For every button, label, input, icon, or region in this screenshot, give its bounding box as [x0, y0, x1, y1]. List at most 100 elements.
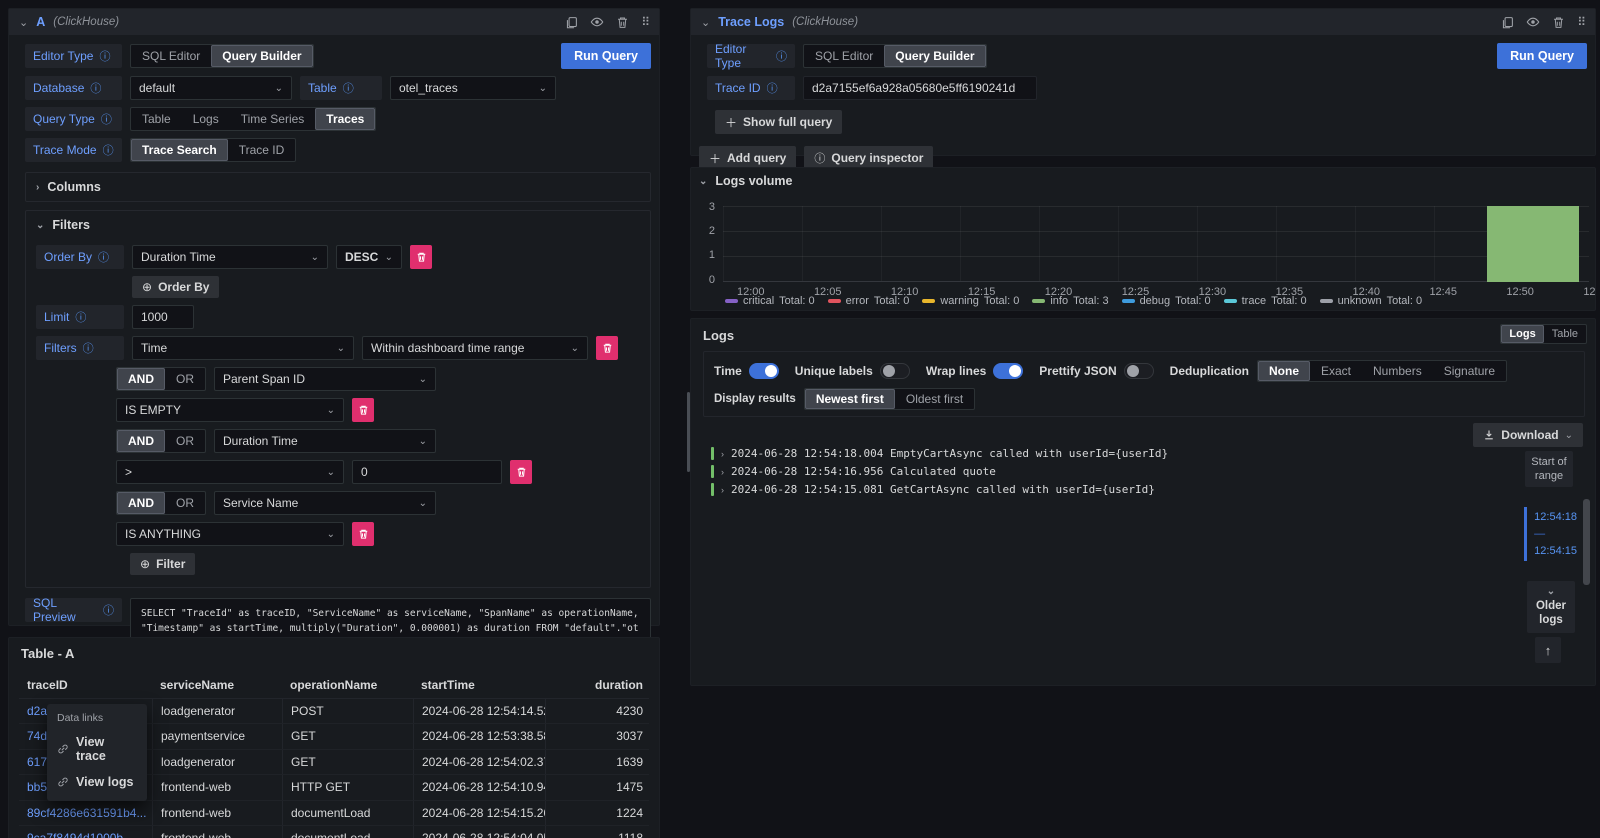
- condition-field-select[interactable]: Service Name⌄: [214, 491, 436, 515]
- bool-or[interactable]: OR: [165, 430, 205, 452]
- col-header-starttime[interactable]: startTime: [413, 678, 545, 692]
- log-row[interactable]: › 2024-06-28 12:54:15.081 GetCartAsync c…: [711, 483, 1168, 496]
- remove-condition-button[interactable]: [352, 522, 374, 546]
- info-bar[interactable]: [1487, 206, 1579, 282]
- bool-or[interactable]: OR: [165, 492, 205, 514]
- col-header-traceid[interactable]: traceID: [19, 678, 152, 692]
- expand-chevron-icon[interactable]: ›: [721, 449, 724, 459]
- view-trace-menu-item[interactable]: View trace: [47, 729, 147, 769]
- remove-condition-button[interactable]: [352, 398, 374, 422]
- collapse-chevron-icon[interactable]: ⌄: [19, 16, 28, 29]
- bool-and[interactable]: AND: [117, 368, 165, 390]
- show-full-query-button[interactable]: ＋Show full query: [715, 110, 842, 134]
- view-logs-option[interactable]: Logs: [1501, 325, 1543, 343]
- legend-item-error[interactable]: errorTotal: 0: [828, 295, 910, 307]
- info-icon[interactable]: ⓘ: [103, 142, 114, 158]
- info-icon[interactable]: ⓘ: [776, 48, 787, 64]
- drag-handle-icon[interactable]: ⠿: [1577, 15, 1585, 29]
- logs-volume-chart[interactable]: [723, 206, 1589, 282]
- toggle-switch[interactable]: [749, 363, 779, 379]
- legend-item-info[interactable]: infoTotal: 3: [1032, 295, 1108, 307]
- condition-field-select[interactable]: Parent Span ID⌄: [214, 367, 436, 391]
- remove-condition-button[interactable]: [510, 460, 532, 484]
- chevron-down-icon[interactable]: ⌄: [36, 220, 44, 231]
- prettify-json-toggle[interactable]: Prettify JSON: [1039, 363, 1153, 379]
- remove-order-by-button[interactable]: [410, 245, 432, 269]
- condition-value-input[interactable]: 0: [352, 460, 502, 484]
- trace-id-link[interactable]: 89cf4286e631591b4...: [27, 806, 146, 820]
- query-type-time-series[interactable]: Time Series: [230, 108, 316, 130]
- query-type-table[interactable]: Table: [131, 108, 182, 130]
- bool-or[interactable]: OR: [165, 368, 205, 390]
- condition-operator-select[interactable]: IS ANYTHING⌄: [116, 522, 344, 546]
- info-icon[interactable]: ⓘ: [99, 48, 110, 64]
- query-type-logs[interactable]: Logs: [182, 108, 230, 130]
- oldest-first-option[interactable]: Oldest first: [895, 389, 974, 409]
- query-type-traces[interactable]: Traces: [315, 108, 375, 130]
- drag-handle-icon[interactable]: ⠿: [641, 15, 649, 29]
- add-order-by-button[interactable]: ⊕Order By: [132, 276, 219, 298]
- run-query-button[interactable]: Run Query: [1497, 43, 1587, 69]
- legend-item-unknown[interactable]: unknownTotal: 0: [1320, 295, 1423, 307]
- dedup-numbers[interactable]: Numbers: [1362, 361, 1433, 381]
- trace-id-input[interactable]: d2a7155ef6a928a05680e5ff6190241d: [803, 76, 1037, 100]
- info-icon[interactable]: ⓘ: [98, 249, 109, 265]
- condition-operator-select[interactable]: >⌄: [116, 460, 344, 484]
- legend-item-debug[interactable]: debugTotal: 0: [1122, 295, 1211, 307]
- editor-type-query-builder[interactable]: Query Builder: [884, 45, 985, 67]
- trace-mode-trace-id[interactable]: Trace ID: [228, 139, 296, 161]
- editor-type-query-builder[interactable]: Query Builder: [211, 45, 312, 67]
- unique-labels-toggle[interactable]: Unique labels: [795, 363, 910, 379]
- add-filter-button[interactable]: ⊕Filter: [130, 553, 195, 575]
- editor-type-sql-editor[interactable]: SQL Editor: [131, 45, 211, 67]
- legend-item-critical[interactable]: criticalTotal: 0: [725, 295, 815, 307]
- col-header-operationname[interactable]: operationName: [282, 678, 413, 692]
- scroll-to-top-button[interactable]: ↑: [1535, 637, 1561, 663]
- toggle-switch[interactable]: [993, 363, 1023, 379]
- limit-input[interactable]: 1000: [132, 305, 194, 329]
- info-icon[interactable]: ⓘ: [343, 80, 354, 96]
- legend-item-trace[interactable]: traceTotal: 0: [1224, 295, 1307, 307]
- collapse-chevron-icon[interactable]: ⌄: [701, 16, 710, 29]
- dedup-none[interactable]: None: [1258, 361, 1310, 381]
- logs-scrollbar[interactable]: [1583, 499, 1590, 585]
- dedup-exact[interactable]: Exact: [1310, 361, 1362, 381]
- legend-item-warning[interactable]: warningTotal: 0: [922, 295, 1019, 307]
- download-button[interactable]: Download ⌄: [1473, 423, 1583, 447]
- toggle-switch[interactable]: [1124, 363, 1154, 379]
- filter-field-select[interactable]: Time⌄: [132, 336, 354, 360]
- info-icon[interactable]: ⓘ: [83, 340, 94, 356]
- info-icon[interactable]: ⓘ: [75, 309, 86, 325]
- col-header-duration[interactable]: duration: [545, 678, 649, 692]
- view-logs-menu-item[interactable]: View logs: [47, 769, 147, 795]
- run-query-button[interactable]: Run Query: [561, 43, 651, 69]
- col-header-servicename[interactable]: serviceName: [152, 678, 282, 692]
- view-table-option[interactable]: Table: [1544, 325, 1586, 343]
- time-toggle[interactable]: Time: [714, 363, 779, 379]
- delete-query-trash-icon[interactable]: [1552, 16, 1565, 29]
- log-row[interactable]: › 2024-06-28 12:54:16.956 Calculated quo…: [711, 465, 1168, 478]
- hide-query-eye-icon[interactable]: [1526, 15, 1540, 29]
- table-select[interactable]: otel_traces⌄: [390, 76, 556, 100]
- trace-id-link[interactable]: 9ca7f8494d1000b...: [27, 831, 133, 838]
- order-by-field-select[interactable]: Duration Time⌄: [132, 245, 328, 269]
- condition-field-select[interactable]: Duration Time⌄: [214, 429, 436, 453]
- chevron-right-icon[interactable]: ›: [36, 182, 39, 193]
- condition-operator-select[interactable]: IS EMPTY⌄: [116, 398, 344, 422]
- database-select[interactable]: default⌄: [130, 76, 292, 100]
- chevron-down-icon[interactable]: ⌄: [699, 176, 707, 187]
- duplicate-query-icon[interactable]: [565, 16, 578, 29]
- expand-chevron-icon[interactable]: ›: [721, 485, 724, 495]
- log-row[interactable]: › 2024-06-28 12:54:18.004 EmptyCartAsync…: [711, 447, 1168, 460]
- panel-gap-scrollbar[interactable]: [687, 392, 690, 472]
- columns-section[interactable]: ›Columns: [25, 172, 651, 202]
- info-icon[interactable]: ⓘ: [101, 111, 112, 127]
- remove-filter-button[interactable]: [596, 336, 618, 360]
- filter-operator-select[interactable]: Within dashboard time range⌄: [362, 336, 588, 360]
- order-by-direction-select[interactable]: DESC⌄: [336, 245, 402, 269]
- toggle-switch[interactable]: [880, 363, 910, 379]
- bool-and[interactable]: AND: [117, 492, 165, 514]
- delete-query-trash-icon[interactable]: [616, 16, 629, 29]
- wrap-lines-toggle[interactable]: Wrap lines: [926, 363, 1023, 379]
- duplicate-query-icon[interactable]: [1501, 16, 1514, 29]
